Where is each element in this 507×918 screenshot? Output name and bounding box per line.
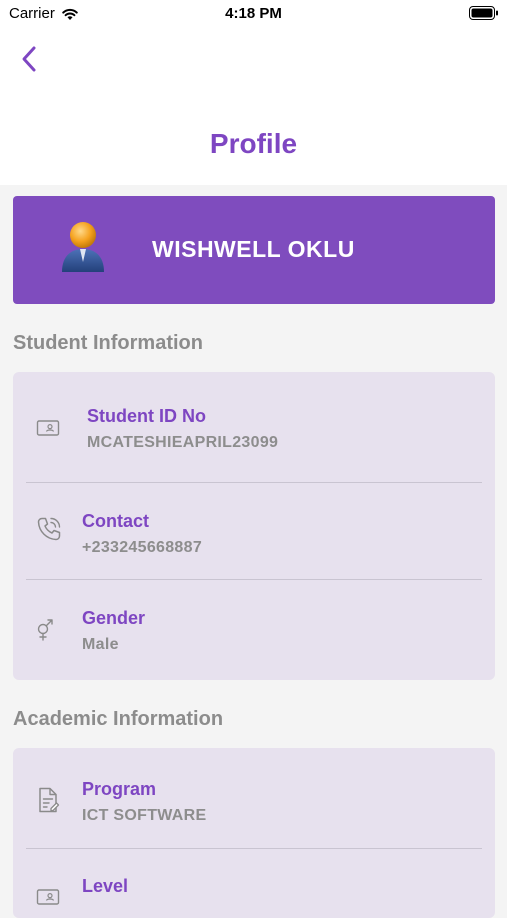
academic-information-card: Program ICT SOFTWARE Level [13, 748, 495, 918]
navigation-header: Profile [0, 28, 507, 185]
chevron-left-icon [22, 46, 36, 72]
avatar [62, 222, 104, 272]
student-id-label: Student ID No [87, 406, 206, 426]
back-button[interactable] [12, 42, 46, 76]
level-label: Level [82, 876, 129, 896]
program-value: ICT SOFTWARE [82, 807, 207, 824]
academic-information-heading: Academic Information [13, 708, 224, 730]
phone-icon [34, 514, 64, 544]
contact-row: Contact +233245668887 [13, 483, 495, 579]
student-name: WISHWELL OKLU [152, 236, 355, 262]
document-icon [33, 785, 63, 815]
battery-icon [469, 6, 498, 20]
level-row: Level [13, 849, 495, 918]
student-information-card: Student ID No MCATESHIEAPRIL23099 Contac… [13, 372, 495, 680]
gender-value: Male [82, 636, 119, 653]
student-information-heading: Student Information [13, 332, 203, 354]
gender-label: Gender [82, 608, 146, 628]
gender-row: Gender Male [13, 580, 495, 680]
program-label: Program [82, 779, 157, 799]
student-id-value: MCATESHIEAPRIL23099 [87, 434, 279, 451]
profile-banner: WISHWELL OKLU [13, 196, 495, 304]
program-row: Program ICT SOFTWARE [13, 748, 495, 848]
student-id-row: Student ID No MCATESHIEAPRIL23099 [13, 372, 495, 482]
status-bar: Carrier 4:18 PM [0, 0, 507, 28]
contact-value: +233245668887 [82, 539, 203, 556]
id-card-icon [33, 413, 63, 443]
page-title: Profile [209, 128, 298, 159]
id-card-icon [33, 882, 63, 912]
clock: 4:18 PM [225, 5, 282, 22]
contact-label: Contact [82, 511, 149, 531]
gender-icon [30, 614, 60, 644]
